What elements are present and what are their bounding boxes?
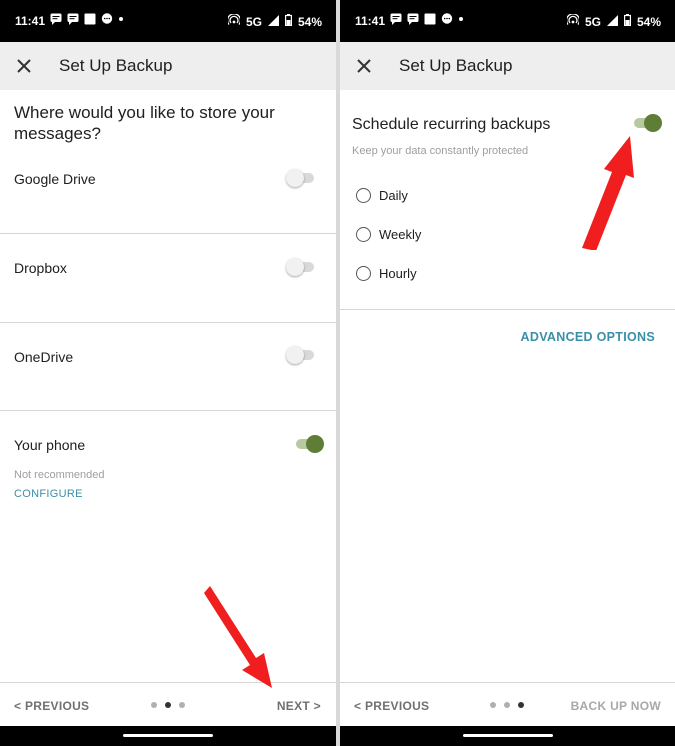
navigation-bar xyxy=(0,726,336,746)
message-icon xyxy=(67,12,79,30)
storage-question: Where would you like to store your messa… xyxy=(14,103,275,143)
battery-level: 54% xyxy=(636,14,661,29)
close-icon[interactable] xyxy=(354,56,374,76)
radio-button[interactable] xyxy=(356,226,371,242)
signal-icon xyxy=(606,14,618,29)
page-dot xyxy=(490,702,496,708)
square-notification-icon xyxy=(84,12,96,30)
status-time: 11:41 xyxy=(355,14,386,28)
annotation-arrow-icon xyxy=(582,136,634,250)
backup-location-screen: 11:41 5G 54% Set Up Backup Where would y… xyxy=(0,0,336,746)
divider xyxy=(340,309,675,310)
radio-weekly[interactable]: Weekly xyxy=(356,224,421,244)
status-time: 11:41 xyxy=(15,14,46,28)
page-indicator xyxy=(490,702,524,708)
page-dot xyxy=(151,702,157,708)
radio-label: Hourly xyxy=(379,265,417,281)
status-bar: 11:41 5G 54% xyxy=(340,0,675,42)
schedule-subtitle: Keep your data constantly protected xyxy=(352,145,529,157)
your-phone-toggle[interactable] xyxy=(294,434,324,454)
your-phone-note: Not recommended xyxy=(14,469,105,481)
home-handle[interactable] xyxy=(123,734,213,737)
annotation-arrow-icon xyxy=(204,586,272,688)
schedule-label: Schedule recurring backups xyxy=(352,116,551,133)
dropbox-toggle[interactable] xyxy=(286,257,316,277)
back-up-now-button[interactable]: BACK UP NOW xyxy=(571,699,661,713)
hotspot-icon xyxy=(565,13,581,29)
app-bar: Set Up Backup xyxy=(0,42,336,90)
option-label-google-drive: Google Drive xyxy=(14,171,96,187)
previous-button[interactable]: < PREVIOUS xyxy=(14,699,89,713)
radio-label: Weekly xyxy=(379,226,422,242)
close-icon[interactable] xyxy=(14,56,34,76)
page-dot-active xyxy=(165,702,171,708)
home-handle[interactable] xyxy=(463,734,553,737)
backup-schedule-screen: 11:41 5G 54% Set Up Backup Schedule recu… xyxy=(340,0,675,746)
signal-icon xyxy=(267,14,279,29)
radio-daily[interactable]: Daily xyxy=(356,185,408,205)
divider xyxy=(0,322,336,323)
app-bar: Set Up Backup xyxy=(340,42,675,90)
page-indicator xyxy=(151,702,185,708)
previous-button[interactable]: < PREVIOUS xyxy=(354,699,429,713)
radio-label: Daily xyxy=(379,187,408,203)
message-icon xyxy=(390,12,402,30)
configure-link[interactable]: CONFIGURE xyxy=(14,488,83,500)
status-bar: 11:41 5G 54% xyxy=(0,0,336,42)
radio-hourly[interactable]: Hourly xyxy=(356,263,417,283)
page-title: Set Up Backup xyxy=(59,56,173,75)
chat-bubble-icon xyxy=(101,12,113,30)
navigation-bar xyxy=(340,726,675,746)
divider xyxy=(0,410,336,411)
square-notification-icon xyxy=(424,12,436,30)
status-right: 5G 54% xyxy=(226,13,322,29)
status-right: 5G 54% xyxy=(565,13,661,29)
advanced-options-button[interactable]: ADVANCED OPTIONS xyxy=(521,330,655,344)
wizard-footer: < PREVIOUS BACK UP NOW xyxy=(340,682,675,727)
option-label-dropbox: Dropbox xyxy=(14,260,67,276)
dot-icon xyxy=(458,12,464,30)
page-dot-active xyxy=(518,702,524,708)
network-type: 5G xyxy=(245,14,262,29)
onedrive-toggle[interactable] xyxy=(286,345,316,365)
chat-bubble-icon xyxy=(441,12,453,30)
page-title: Set Up Backup xyxy=(399,56,513,75)
battery-icon xyxy=(623,14,631,29)
battery-icon xyxy=(284,14,292,29)
notification-icons xyxy=(390,12,464,30)
message-icon xyxy=(50,12,62,30)
google-drive-toggle[interactable] xyxy=(286,168,316,188)
network-type: 5G xyxy=(584,14,601,29)
message-icon xyxy=(407,12,419,30)
option-label-your-phone: Your phone xyxy=(14,437,86,453)
next-button[interactable]: NEXT > xyxy=(277,699,321,713)
dot-icon xyxy=(118,12,124,30)
option-label-onedrive: OneDrive xyxy=(14,349,74,365)
radio-button[interactable] xyxy=(356,187,371,203)
hotspot-icon xyxy=(226,13,242,29)
divider xyxy=(0,233,336,234)
notification-icons xyxy=(50,12,124,30)
page-dot xyxy=(179,702,185,708)
battery-level: 54% xyxy=(297,14,322,29)
page-dot xyxy=(504,702,510,708)
radio-button[interactable] xyxy=(356,265,371,281)
